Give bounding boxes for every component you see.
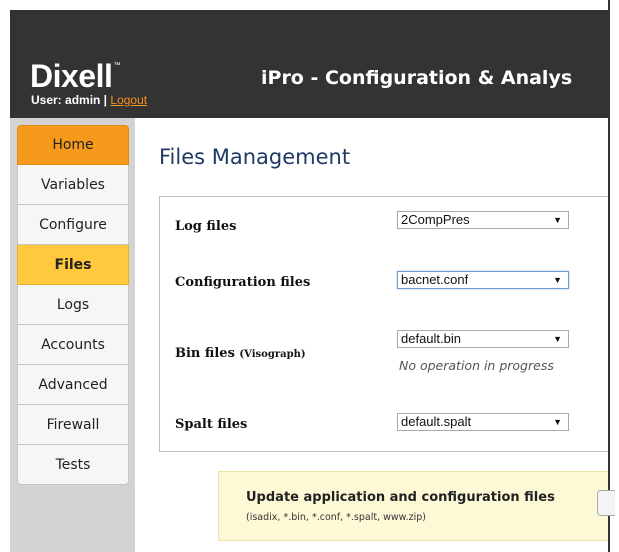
sidebar-item-variables[interactable]: Variables bbox=[17, 165, 129, 205]
dixell-logo: Dixell™ bbox=[30, 58, 120, 94]
logout-link[interactable]: Logout bbox=[110, 93, 147, 107]
config-files-value: bacnet.conf bbox=[401, 272, 469, 287]
dropdown-arrow-icon: ▼ bbox=[553, 275, 562, 285]
sidebar-item-tests[interactable]: Tests bbox=[17, 445, 129, 485]
bin-files-select[interactable]: default.bin ▼ bbox=[397, 330, 569, 348]
bin-files-value: default.bin bbox=[401, 331, 461, 346]
update-title: Update application and configuration fil… bbox=[246, 490, 555, 505]
dropdown-arrow-icon: ▼ bbox=[553, 334, 562, 344]
config-files-label: Configuration files bbox=[175, 275, 311, 290]
bin-files-label: Bin files (Visograph) bbox=[175, 346, 306, 361]
spalt-files-label: Spalt files bbox=[175, 417, 248, 432]
config-files-select[interactable]: bacnet.conf ▼ bbox=[397, 271, 569, 289]
sidebar-nav: Home Variables Configure Files Logs Acco… bbox=[17, 125, 129, 485]
log-files-select[interactable]: 2CompPres ▼ bbox=[397, 211, 569, 229]
sidebar-item-advanced[interactable]: Advanced bbox=[17, 365, 129, 405]
update-browse-button[interactable] bbox=[597, 490, 615, 516]
dropdown-arrow-icon: ▼ bbox=[553, 215, 562, 225]
spalt-files-select[interactable]: default.spalt ▼ bbox=[397, 413, 569, 431]
app-frame: Dixell™ User: admin | Logout iPro - Conf… bbox=[0, 0, 619, 552]
log-files-value: 2CompPres bbox=[401, 212, 470, 227]
user-label: User: admin | bbox=[31, 93, 108, 107]
update-section bbox=[218, 471, 608, 541]
log-files-label: Log files bbox=[175, 219, 237, 234]
app-title: iPro - Configuration & Analys bbox=[261, 67, 573, 89]
window-edge bbox=[608, 0, 610, 552]
sidebar-item-logs[interactable]: Logs bbox=[17, 285, 129, 325]
sidebar-item-home[interactable]: Home bbox=[17, 125, 129, 165]
bin-status-text: No operation in progress bbox=[399, 358, 554, 373]
bin-files-label-suffix: (Visograph) bbox=[239, 349, 306, 360]
bin-files-label-text: Bin files bbox=[175, 346, 235, 361]
user-info: User: admin | Logout bbox=[31, 93, 147, 107]
dropdown-arrow-icon: ▼ bbox=[553, 417, 562, 427]
page-title: Files Management bbox=[159, 145, 351, 169]
sidebar-item-accounts[interactable]: Accounts bbox=[17, 325, 129, 365]
sidebar-item-files[interactable]: Files bbox=[17, 245, 129, 285]
update-subtitle: (isadix, *.bin, *.conf, *.spalt, www.zip… bbox=[246, 512, 426, 523]
spalt-files-value: default.spalt bbox=[401, 414, 472, 429]
sidebar-item-configure[interactable]: Configure bbox=[17, 205, 129, 245]
sidebar-item-firewall[interactable]: Firewall bbox=[17, 405, 129, 445]
